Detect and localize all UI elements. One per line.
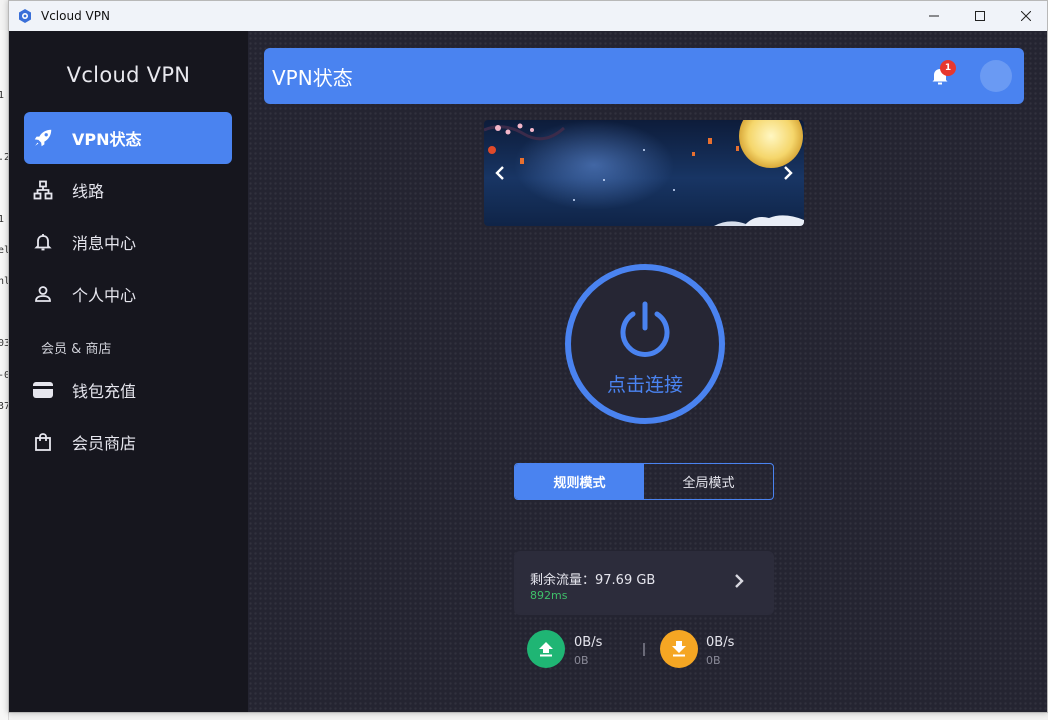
maximize-button[interactable] [957, 1, 1003, 31]
connect-label: 点击连接 [606, 374, 683, 396]
power-icon [616, 300, 674, 358]
sidebar-item-label: 消息中心 [72, 234, 137, 253]
close-button[interactable] [1003, 1, 1047, 31]
upload-rate: 0B/s [574, 635, 603, 650]
upload-icon [527, 630, 565, 668]
rocket-icon [32, 127, 54, 149]
page-header: VPN状态 1 [264, 48, 1024, 104]
page-title: VPN状态 [272, 65, 353, 90]
traffic-card[interactable]: 剩余流量：97.69 GB 892ms [514, 551, 774, 615]
shopping-bag-icon [32, 431, 54, 453]
banner-carousel[interactable] [484, 120, 804, 226]
brand-title: Vcloud VPN [66, 63, 191, 87]
connect-button[interactable]: 点击连接 [565, 264, 725, 424]
speed-divider [643, 643, 645, 656]
download-rate: 0B/s [706, 635, 735, 650]
mode-toggle: 规则模式 全局模式 [514, 463, 774, 500]
download-icon [660, 630, 698, 668]
title-bar[interactable]: Vcloud VPN [9, 1, 1047, 31]
main-panel: VPN状态 1 点击连接 规则模式 全局模式 剩余流量：97.69 GB 892… [248, 31, 1047, 712]
network-icon [32, 179, 54, 201]
rule-mode-button[interactable]: 规则模式 [515, 464, 644, 499]
sidebar-item-label: 线路 [72, 182, 105, 201]
sidebar-item-label: 个人中心 [72, 286, 137, 305]
sidebar-item-store[interactable]: 会员商店 [24, 416, 232, 468]
sidebar-item-vpn-status[interactable]: VPN状态 [24, 112, 232, 164]
sidebar: Vcloud VPN VPN状态 线路 消息中心 个人中心 会员 & 商店 钱包… [9, 31, 248, 712]
sidebar-item-messages[interactable]: 消息中心 [24, 216, 232, 268]
banner-prev-chevron-icon[interactable] [492, 162, 508, 184]
remaining-traffic: 剩余流量：97.69 GB [530, 573, 656, 588]
sidebar-item-routes[interactable]: 线路 [24, 164, 232, 216]
app-window: Vcloud VPN Vcloud VPN VPN状态 线路 消息中心 个人中心… [8, 0, 1048, 713]
bg-text: 1 [0, 214, 5, 225]
sidebar-section-title: 会员 & 商店 [41, 342, 112, 357]
notification-badge: 1 [940, 60, 956, 76]
avatar[interactable] [980, 60, 1012, 92]
upload-total: 0B [574, 654, 589, 667]
user-icon [32, 283, 54, 305]
sidebar-item-label: 钱包充值 [72, 382, 137, 401]
minimize-button[interactable] [911, 1, 957, 31]
sidebar-item-label: 会员商店 [72, 434, 137, 453]
sidebar-item-wallet[interactable]: 钱包充值 [24, 364, 232, 416]
banner-next-chevron-icon[interactable] [780, 162, 796, 184]
sidebar-item-profile[interactable]: 个人中心 [24, 268, 232, 320]
app-logo-icon [17, 8, 33, 24]
bell-icon [32, 231, 54, 253]
banner-image [484, 120, 804, 226]
wallet-icon [32, 379, 54, 401]
window-title: Vcloud VPN [41, 9, 110, 23]
chevron-right-icon [734, 573, 748, 593]
sidebar-item-label: VPN状态 [72, 130, 142, 149]
bg-text: 1 [0, 90, 5, 101]
latency-value: 892ms [530, 589, 568, 602]
download-total: 0B [706, 654, 721, 667]
global-mode-button[interactable]: 全局模式 [644, 464, 773, 499]
